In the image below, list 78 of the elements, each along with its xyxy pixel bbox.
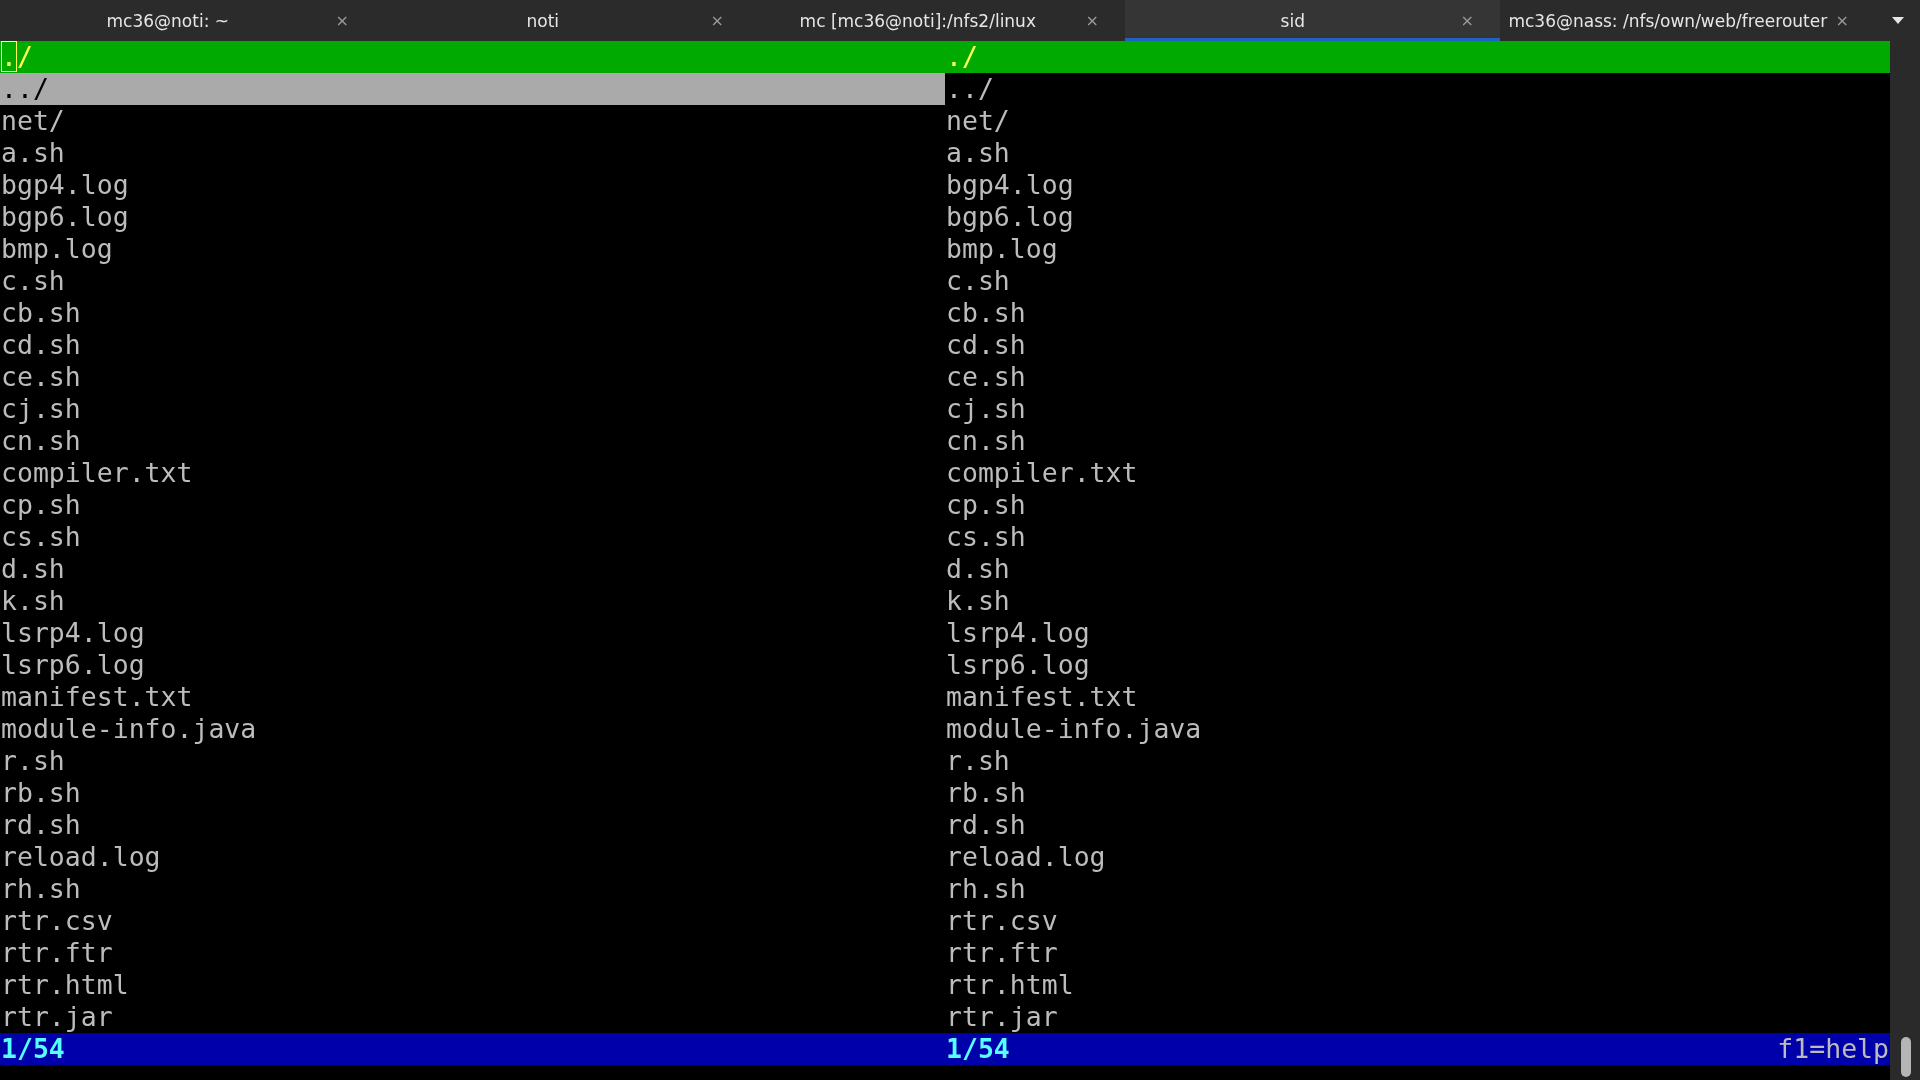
file-entry[interactable]: reload.log: [945, 841, 1890, 873]
file-entry[interactable]: cb.sh: [945, 297, 1890, 329]
file-count: 1/54: [946, 1033, 1010, 1065]
dropdown-icon[interactable]: [1891, 17, 1904, 24]
file-entry[interactable]: c.sh: [0, 265, 945, 297]
file-entry[interactable]: c.sh: [945, 265, 1890, 297]
file-entry[interactable]: manifest.txt: [0, 681, 945, 713]
file-entry[interactable]: rtr.jar: [945, 1001, 1890, 1033]
file-entry[interactable]: k.sh: [945, 585, 1890, 617]
file-entry[interactable]: bgp4.log: [0, 169, 945, 201]
file-entry[interactable]: r.sh: [0, 745, 945, 777]
file-entry[interactable]: lsrp4.log: [0, 617, 945, 649]
file-entry[interactable]: ../: [0, 73, 945, 105]
file-entry[interactable]: cd.sh: [0, 329, 945, 361]
file-entry[interactable]: reload.log: [0, 841, 945, 873]
file-entry[interactable]: cj.sh: [0, 393, 945, 425]
file-entry[interactable]: rtr.csv: [945, 905, 1890, 937]
file-entry[interactable]: net/: [945, 105, 1890, 137]
file-entry[interactable]: rtr.ftr: [945, 937, 1890, 969]
file-entry[interactable]: lsrp4.log: [945, 617, 1890, 649]
file-entry[interactable]: lsrp6.log: [945, 649, 1890, 681]
file-entry[interactable]: bgp4.log: [945, 169, 1890, 201]
scrollbar-thumb[interactable]: [1901, 1037, 1911, 1077]
file-entry[interactable]: bgp6.log: [945, 201, 1890, 233]
file-entry[interactable]: rh.sh: [945, 873, 1890, 905]
file-entry[interactable]: cs.sh: [0, 521, 945, 553]
file-entry[interactable]: rb.sh: [0, 777, 945, 809]
file-entry[interactable]: bgp6.log: [0, 201, 945, 233]
file-entry[interactable]: cs.sh: [945, 521, 1890, 553]
close-button[interactable]: ×: [1085, 11, 1099, 30]
close-button[interactable]: ×: [1460, 11, 1474, 30]
file-entry[interactable]: cb.sh: [0, 297, 945, 329]
file-entry[interactable]: rh.sh: [0, 873, 945, 905]
file-entry[interactable]: cp.sh: [0, 489, 945, 521]
file-entry[interactable]: rtr.html: [0, 969, 945, 1001]
terminal-tab[interactable]: mc36@noti: ~ ×: [0, 0, 375, 41]
terminal-tab[interactable]: noti ×: [375, 0, 750, 41]
file-entry[interactable]: rd.sh: [945, 809, 1890, 841]
file-entry[interactable]: d.sh: [0, 553, 945, 585]
file-entry[interactable]: r.sh: [945, 745, 1890, 777]
close-button[interactable]: ×: [710, 11, 724, 30]
close-button[interactable]: ×: [1835, 11, 1849, 30]
file-entry[interactable]: rb.sh: [945, 777, 1890, 809]
file-entry[interactable]: rtr.csv: [0, 905, 945, 937]
terminal-tab[interactable]: sid ×: [1125, 0, 1500, 41]
file-entry[interactable]: bmp.log: [945, 233, 1890, 265]
file-entry[interactable]: rd.sh: [0, 809, 945, 841]
file-entry[interactable]: compiler.txt: [0, 457, 945, 489]
file-entry[interactable]: ce.sh: [945, 361, 1890, 393]
help-hint: f1=help: [1777, 1033, 1890, 1065]
file-entry[interactable]: net/: [0, 105, 945, 137]
terminal-tab[interactable]: mc [mc36@noti]:/nfs2/linux ×: [750, 0, 1125, 41]
file-entry[interactable]: cn.sh: [945, 425, 1890, 457]
file-entry[interactable]: rtr.ftr: [0, 937, 945, 969]
terminal-tab[interactable]: mc36@nass: /nfs/own/web/freerouter ×: [1500, 0, 1875, 41]
file-entry[interactable]: rtr.html: [945, 969, 1890, 1001]
file-entry[interactable]: cn.sh: [0, 425, 945, 457]
file-entry[interactable]: a.sh: [945, 137, 1890, 169]
file-entry[interactable]: ../: [945, 73, 1890, 105]
file-entry[interactable]: cj.sh: [945, 393, 1890, 425]
file-entry[interactable]: k.sh: [0, 585, 945, 617]
file-entry[interactable]: cp.sh: [945, 489, 1890, 521]
file-entry[interactable]: cd.sh: [945, 329, 1890, 361]
file-entry[interactable]: module-info.java: [0, 713, 945, 745]
file-entry[interactable]: module-info.java: [945, 713, 1890, 745]
file-entry[interactable]: ce.sh: [0, 361, 945, 393]
file-entry[interactable]: compiler.txt: [945, 457, 1890, 489]
scrollbar[interactable]: [1890, 41, 1920, 1080]
close-button[interactable]: ×: [335, 11, 349, 30]
file-entry[interactable]: a.sh: [0, 137, 945, 169]
file-entry[interactable]: lsrp6.log: [0, 649, 945, 681]
file-entry[interactable]: manifest.txt: [945, 681, 1890, 713]
file-entry[interactable]: bmp.log: [0, 233, 945, 265]
file-entry[interactable]: d.sh: [945, 553, 1890, 585]
directory-path: ./: [946, 41, 978, 73]
file-count: 1/54: [1, 1033, 65, 1065]
file-entry[interactable]: rtr.jar: [0, 1001, 945, 1033]
directory-path: ./: [1, 41, 33, 73]
